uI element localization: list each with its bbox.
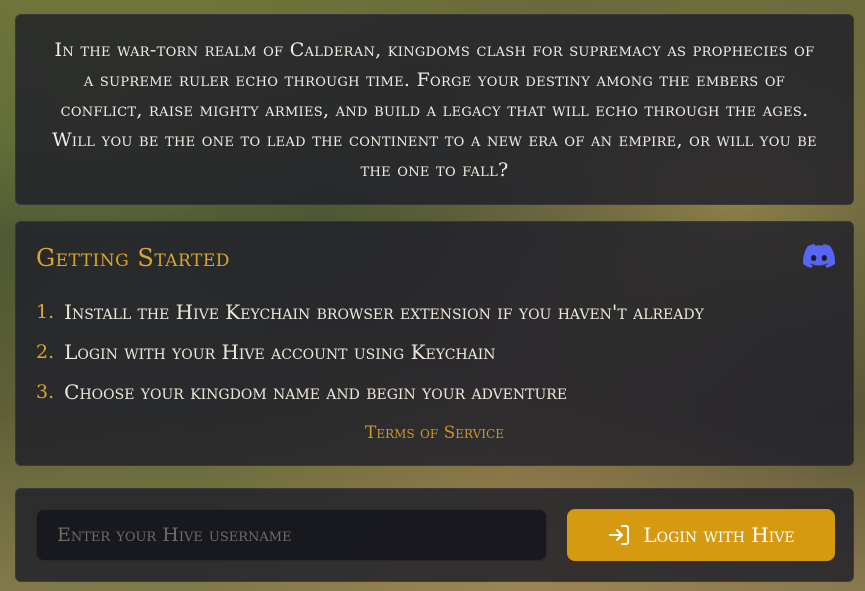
step-item: 2. Login with your Hive account using Ke…	[36, 332, 704, 372]
story-panel: In the war-torn realm of Calderan, kingd…	[15, 14, 854, 205]
login-button[interactable]: Login with Hive	[567, 509, 835, 561]
getting-started-title: Getting Started	[36, 244, 230, 272]
terms-of-service-link[interactable]: Terms of Service	[16, 423, 853, 443]
step-text: Login with your Hive account using Keych…	[64, 340, 496, 364]
step-number: 2.	[36, 341, 55, 363]
login-icon	[607, 523, 631, 547]
step-item: 3. Choose your kingdom name and begin yo…	[36, 372, 704, 412]
login-button-label: Login with Hive	[643, 523, 795, 547]
step-number: 1.	[36, 301, 55, 323]
steps-list: 1. Install the Hive Keychain browser ext…	[36, 292, 704, 412]
step-item: 1. Install the Hive Keychain browser ext…	[36, 292, 704, 332]
story-text: In the war-torn realm of Calderan, kingd…	[52, 38, 817, 181]
discord-icon[interactable]	[803, 244, 835, 268]
getting-started-panel: Getting Started 1. Install the Hive Keyc…	[15, 221, 854, 466]
step-text: Choose your kingdom name and begin your …	[64, 380, 568, 404]
step-number: 3.	[36, 381, 55, 403]
step-text: Install the Hive Keychain browser extens…	[64, 300, 704, 324]
username-input[interactable]	[36, 509, 547, 561]
login-panel: Login with Hive	[15, 488, 854, 582]
